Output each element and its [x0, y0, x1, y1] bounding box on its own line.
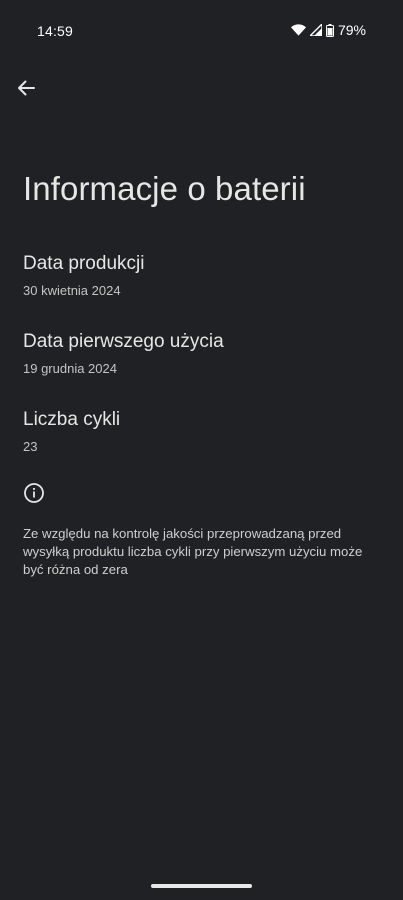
gesture-nav-handle[interactable] [151, 884, 252, 888]
list-item-manufacture-date[interactable]: Data produkcji 30 kwietnia 2024 [23, 252, 380, 299]
list-item-title: Data pierwszego użycia [23, 331, 224, 352]
list-item-title: Data produkcji [23, 253, 145, 274]
list-item-value: 30 kwietnia 2024 [23, 283, 121, 298]
wifi-icon [290, 24, 306, 36]
page-title: Informacje o baterii [23, 170, 306, 207]
list-item-cycle-count[interactable]: Liczba cykli 23 [23, 408, 380, 455]
list-item-title: Liczba cykli [23, 409, 121, 430]
status-icons: 79% [290, 22, 366, 38]
list-item-first-use-date[interactable]: Data pierwszego użycia 19 grudnia 2024 [23, 330, 380, 377]
list-item-value: 19 grudnia 2024 [23, 361, 117, 376]
battery-icon [325, 23, 334, 37]
arrow-left-icon [17, 80, 35, 101]
footer-note: Ze względu na kontrolę jakości przeprowa… [23, 526, 363, 577]
battery-percent: 79% [337, 22, 366, 38]
back-button[interactable] [12, 76, 40, 104]
signal-icon [309, 24, 322, 36]
info-icon [23, 482, 45, 504]
status-bar: 14:59 79% [0, 0, 403, 50]
list-item-value: 23 [23, 439, 38, 454]
status-time: 14:59 [37, 23, 74, 39]
